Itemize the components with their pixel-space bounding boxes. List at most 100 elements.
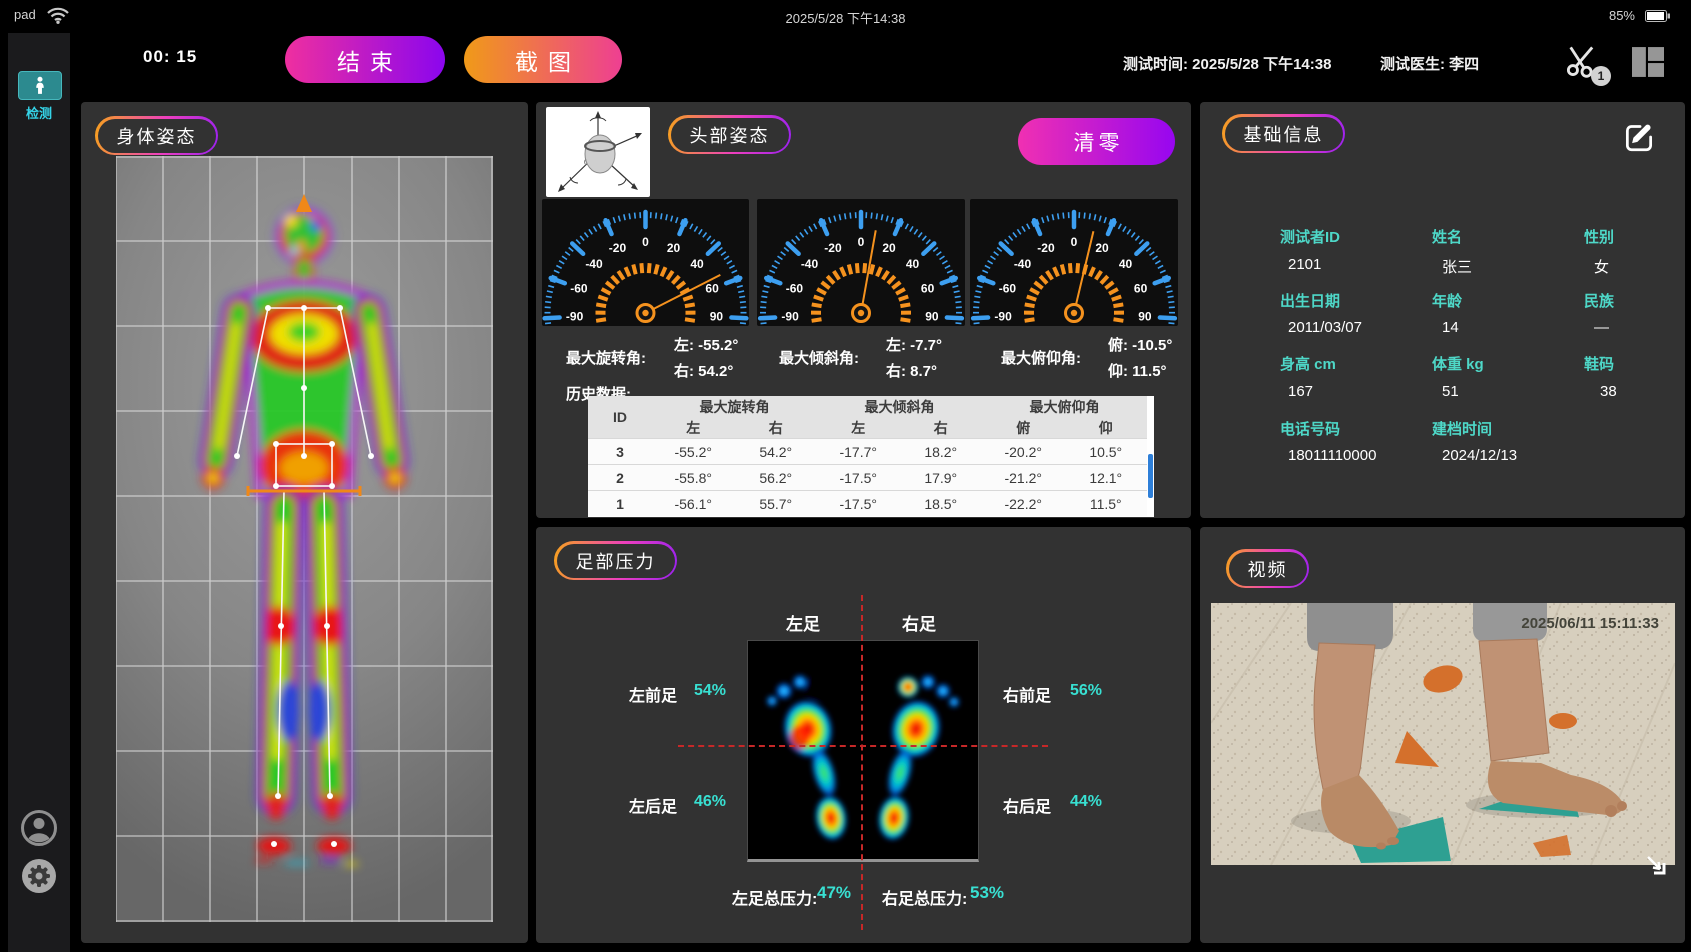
svg-text:-40: -40 bbox=[801, 257, 819, 271]
table-cell: 10.5° bbox=[1065, 439, 1148, 465]
doctor-value: 李四 bbox=[1449, 56, 1479, 73]
field-value: 女 bbox=[1594, 256, 1609, 277]
table-cell: 56.2° bbox=[735, 465, 818, 491]
session-timer: 00: 15 bbox=[143, 47, 197, 67]
profile-icon[interactable] bbox=[20, 809, 58, 847]
end-button[interactable]: 结束 bbox=[285, 36, 445, 83]
left-rearfoot-label: 左后足 bbox=[629, 793, 677, 817]
body-posture-title-pill: 身体姿态 bbox=[95, 116, 218, 155]
table-cell: -21.2° bbox=[982, 465, 1065, 491]
svg-text:60: 60 bbox=[1134, 281, 1148, 295]
field-value: 2101 bbox=[1288, 256, 1321, 273]
table-sub-header: 俯 bbox=[982, 417, 1065, 439]
field-label: 建档时间 bbox=[1432, 418, 1492, 439]
layout-grid-icon[interactable] bbox=[1632, 47, 1664, 77]
foot-heatmap bbox=[747, 640, 979, 862]
doctor-label: 测试医生: bbox=[1380, 56, 1445, 73]
svg-text:-40: -40 bbox=[585, 257, 603, 271]
body-thermal-image bbox=[116, 156, 493, 922]
edit-icon[interactable] bbox=[1621, 118, 1657, 154]
clip-count-badge: 1 bbox=[1591, 66, 1611, 86]
field-label: 年龄 bbox=[1432, 290, 1462, 311]
table-cell-id: 3 bbox=[588, 439, 652, 465]
field-value: 张三 bbox=[1442, 256, 1472, 277]
max-tilt-label: 最大倾斜角: bbox=[779, 347, 859, 368]
table-group-header: 最大俯仰角 bbox=[982, 396, 1147, 417]
svg-text:60: 60 bbox=[921, 281, 935, 295]
table-header-id: ID bbox=[588, 396, 652, 439]
left-foot-label: 左足 bbox=[786, 610, 820, 635]
head-axes-diagram bbox=[546, 107, 650, 197]
field-label: 鞋码 bbox=[1584, 353, 1614, 374]
sidebar-item-detect[interactable] bbox=[18, 71, 62, 100]
left-total-value: 47% bbox=[817, 883, 851, 903]
svg-text:0: 0 bbox=[858, 235, 865, 249]
field-value: 2024/12/13 bbox=[1442, 447, 1517, 464]
video-panel: 视频 bbox=[1200, 527, 1685, 943]
field-value: 2011/03/07 bbox=[1288, 319, 1362, 336]
field-label: 体重 kg bbox=[1432, 353, 1484, 374]
video-title-pill: 视频 bbox=[1226, 549, 1309, 588]
history-table: ID最大旋转角最大倾斜角最大俯仰角左右左右俯仰3-55.2°54.2°-17.7… bbox=[588, 396, 1147, 516]
svg-text:-60: -60 bbox=[570, 281, 588, 295]
svg-text:-40: -40 bbox=[1014, 257, 1032, 271]
svg-text:90: 90 bbox=[710, 310, 724, 324]
max-tilt-left: 左: -7.7° bbox=[886, 334, 942, 355]
right-rearfoot-value: 44% bbox=[1070, 793, 1102, 811]
test-time-value: 2025/5/28 下午14:38 bbox=[1192, 56, 1331, 73]
doctor: 测试医生: 李四 bbox=[1380, 53, 1479, 74]
field-value: 14 bbox=[1442, 319, 1459, 336]
svg-text:-20: -20 bbox=[1037, 241, 1055, 255]
max-pitch-label: 最大俯仰角: bbox=[1001, 347, 1081, 368]
table-group-header: 最大倾斜角 bbox=[817, 396, 982, 417]
table-cell: 12.1° bbox=[1065, 465, 1148, 491]
foot-pressure-panel: 足部压力 左足 右足 bbox=[536, 527, 1191, 943]
table-row[interactable]: 1-56.1°55.7°-17.5°18.5°-22.2°11.5° bbox=[588, 491, 1147, 517]
head-posture-title-pill: 头部姿态 bbox=[668, 115, 791, 154]
max-rotation-right: 右: 54.2° bbox=[674, 360, 733, 381]
table-cell-id: 2 bbox=[588, 465, 652, 491]
table-group-header: 最大旋转角 bbox=[652, 396, 817, 417]
gauge-dial: -90-60-40-20020406090 bbox=[757, 199, 965, 326]
table-cell: 11.5° bbox=[1065, 491, 1148, 517]
body-posture-panel: 身体姿态 bbox=[81, 102, 528, 943]
video-frame: 2025/06/11 15:11:33 bbox=[1211, 603, 1675, 865]
table-cell: -20.2° bbox=[982, 439, 1065, 465]
app-root: pad 2025/5/28 下午14:38 85% 检测 bbox=[0, 0, 1691, 952]
left-total-label: 左足总压力: bbox=[732, 885, 817, 909]
field-label: 民族 bbox=[1584, 290, 1614, 311]
basic-info-panel: 基础信息 测试者ID 2101 姓名 张三 性别 女 出生日期 2011/03/… bbox=[1200, 102, 1685, 518]
heatmap-vertical-divider bbox=[861, 595, 863, 930]
field-value: 18011110000 bbox=[1288, 447, 1376, 464]
field-label: 出生日期 bbox=[1280, 290, 1340, 311]
svg-text:-90: -90 bbox=[781, 310, 799, 324]
max-tilt-gauge: -90-60-40-20020406090 bbox=[757, 199, 965, 326]
foot-pressure-title: 足部压力 bbox=[557, 544, 675, 578]
right-rearfoot-label: 右后足 bbox=[1003, 793, 1051, 817]
video-timestamp: 2025/06/11 15:11:33 bbox=[1521, 615, 1659, 632]
table-row[interactable]: 3-55.2°54.2°-17.7°18.2°-20.2°10.5° bbox=[588, 439, 1147, 465]
field-label: 测试者ID bbox=[1280, 226, 1340, 247]
sidebar-detect-label: 检测 bbox=[8, 103, 70, 122]
basic-info-title-pill: 基础信息 bbox=[1222, 114, 1345, 153]
wifi-icon bbox=[46, 6, 70, 25]
field-label: 性别 bbox=[1584, 226, 1614, 247]
reset-button[interactable]: 清零 bbox=[1018, 118, 1175, 165]
head-posture-panel: 头部姿态 清零 -90-60-40-20020406090 -90-60-40-… bbox=[536, 102, 1191, 518]
svg-text:-20: -20 bbox=[824, 241, 842, 255]
table-cell: 54.2° bbox=[735, 439, 818, 465]
gear-icon[interactable] bbox=[20, 857, 58, 895]
basic-info-title: 基础信息 bbox=[1225, 117, 1343, 151]
table-sub-header: 仰 bbox=[1065, 417, 1148, 439]
table-row[interactable]: 2-55.8°56.2°-17.5°17.9°-21.2°12.1° bbox=[588, 465, 1147, 491]
field-value: — bbox=[1594, 319, 1609, 336]
head-posture-title: 头部姿态 bbox=[671, 118, 789, 152]
svg-text:90: 90 bbox=[925, 310, 939, 324]
svg-text:0: 0 bbox=[1071, 235, 1078, 249]
table-scrollbar-thumb[interactable] bbox=[1148, 454, 1153, 498]
screenshot-button[interactable]: 截图 bbox=[464, 36, 622, 83]
expand-corner-icon[interactable] bbox=[1640, 849, 1666, 875]
battery-percent: 85% bbox=[1609, 8, 1635, 23]
table-cell: -17.5° bbox=[817, 465, 900, 491]
table-cell: -56.1° bbox=[652, 491, 735, 517]
